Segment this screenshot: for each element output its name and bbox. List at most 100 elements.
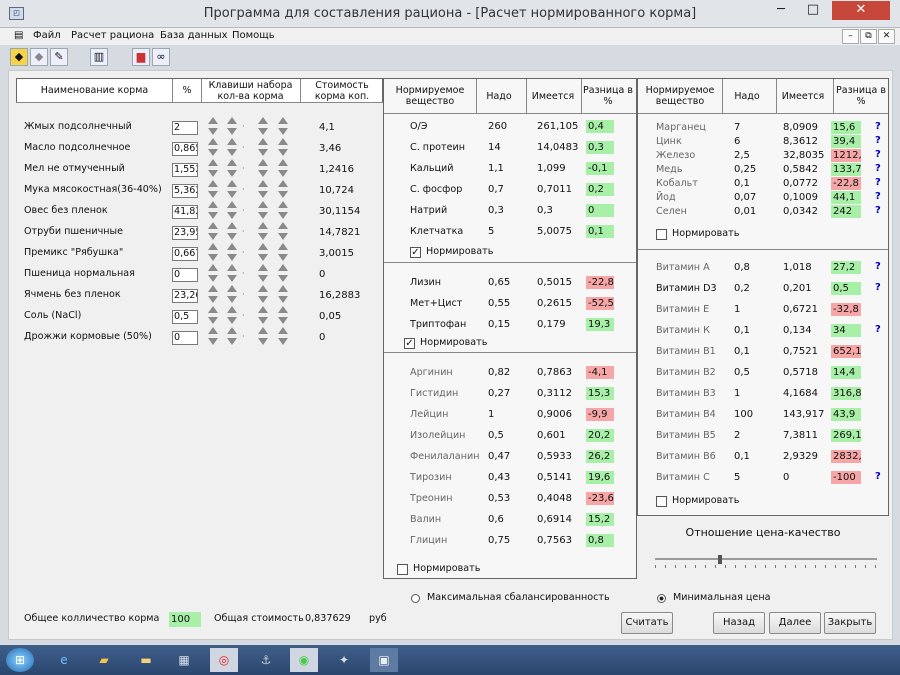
normalize-amino-checkbox[interactable]: ✓ [404,338,415,349]
spin-arrows-icon[interactable] [257,179,269,199]
spin-arrows-icon[interactable] [226,284,238,304]
tool-icon[interactable]: ✦ [330,648,358,672]
feed-amount-input[interactable]: 0 [172,268,198,282]
normalize-minerals-checkbox[interactable] [656,229,667,240]
balanced-radio[interactable] [411,594,420,603]
help-icon[interactable]: ? [875,121,881,132]
spin-arrows-icon[interactable] [257,137,269,157]
spin-arrows-icon[interactable] [277,179,289,199]
help-icon[interactable]: ? [875,261,881,272]
media-icon[interactable]: ◉ [290,648,318,672]
spin-arrows-icon[interactable] [207,179,219,199]
spin-arrows-icon[interactable] [226,116,238,136]
help-icon[interactable]: ? [875,205,881,216]
normalize-vitamins-checkbox[interactable] [656,496,667,507]
spin-arrows-icon[interactable] [226,137,238,157]
mdi-close-button[interactable]: ✕ [878,29,895,44]
chart-icon[interactable]: ▥ [90,48,108,66]
spin-arrows-icon[interactable] [257,284,269,304]
explorer-icon[interactable]: ▰ [90,648,118,672]
spin-arrows-icon[interactable] [277,221,289,241]
spin-arrows-icon[interactable] [207,326,219,346]
start-orb-icon[interactable]: ⊞ [6,648,34,672]
calculator-icon[interactable]: ▦ [170,648,198,672]
help-icon[interactable]: ? [875,282,881,293]
spin-arrows-icon[interactable] [226,242,238,262]
spin-arrows-icon[interactable] [207,242,219,262]
minimize-button[interactable]: ─ [766,1,796,20]
spin-arrows-icon[interactable] [277,158,289,178]
normalize-amino-ext-checkbox[interactable] [397,564,408,575]
price-quality-thumb[interactable] [718,555,722,564]
maximize-button[interactable]: □ [798,1,828,20]
spin-arrows-icon[interactable] [277,305,289,325]
spin-arrows-icon[interactable] [257,116,269,136]
spin-arrows-icon[interactable] [226,305,238,325]
spin-arrows-icon[interactable] [277,242,289,262]
link-icon[interactable]: ∞ [152,48,170,66]
menu-database[interactable]: База данных [160,30,228,41]
spin-arrows-icon[interactable] [257,158,269,178]
spin-arrows-icon[interactable] [257,242,269,262]
help-icon[interactable]: ? [875,135,881,146]
feed-amount-input[interactable]: 0,667 [172,247,198,261]
spin-arrows-icon[interactable] [277,284,289,304]
close-button[interactable]: ✕ [832,1,890,20]
book-icon[interactable]: ▆ [132,48,150,66]
help-icon[interactable]: ? [875,149,881,160]
next-button[interactable]: Далее [769,612,821,634]
spin-arrows-icon[interactable] [277,200,289,220]
feed-amount-input[interactable]: 0 [172,331,198,345]
warning-icon[interactable]: ◆ [10,48,28,66]
spin-arrows-icon[interactable] [207,137,219,157]
help-icon[interactable]: ? [875,163,881,174]
spin-arrows-icon[interactable] [207,263,219,283]
help-icon[interactable]: ? [875,191,881,202]
spin-arrows-icon[interactable] [207,200,219,220]
feed-amount-input[interactable]: 23,26 [172,289,198,303]
back-button[interactable]: Назад [713,612,765,634]
spin-arrows-icon[interactable] [207,116,219,136]
spin-arrows-icon[interactable] [277,137,289,157]
spin-arrows-icon[interactable] [226,221,238,241]
spin-arrows-icon[interactable] [257,326,269,346]
feed-amount-input[interactable]: 2 [172,121,198,135]
spin-arrows-icon[interactable] [226,200,238,220]
spin-arrows-icon[interactable] [277,116,289,136]
spin-arrows-icon[interactable] [207,158,219,178]
close-form-button[interactable]: Закрыть [824,612,876,634]
spin-arrows-icon[interactable] [226,326,238,346]
anchor-icon[interactable]: ⚓ [252,648,280,672]
spin-arrows-icon[interactable] [257,305,269,325]
opera-icon[interactable]: ◎ [210,648,238,672]
spin-arrows-icon[interactable] [277,263,289,283]
spin-arrows-icon[interactable] [207,305,219,325]
doc-icon[interactable]: ▤ [14,30,23,41]
normalize-macro-checkbox[interactable]: ✓ [410,247,421,258]
help-icon[interactable]: ? [875,177,881,188]
help-icon[interactable]: ? [875,471,881,482]
feed-amount-input[interactable]: 41,82 [172,205,198,219]
spin-arrows-icon[interactable] [226,263,238,283]
spin-arrows-icon[interactable] [226,158,238,178]
pen-icon[interactable]: ✎ [50,48,68,66]
spin-arrows-icon[interactable] [257,200,269,220]
window-icon[interactable]: ▣ [370,648,398,672]
min-price-radio[interactable] [657,594,666,603]
feed-amount-input[interactable]: 0,865 [172,142,198,156]
feed-amount-input[interactable]: 0,5 [172,310,198,324]
feed-amount-input[interactable]: 5,362 [172,184,198,198]
folder-icon[interactable]: ▬ [132,648,160,672]
menu-file[interactable]: Файл [33,30,61,41]
spin-arrows-icon[interactable] [207,221,219,241]
feed-amount-input[interactable]: 23,95 [172,226,198,240]
spin-arrows-icon[interactable] [257,221,269,241]
feed-amount-input[interactable]: 1,552 [172,163,198,177]
help-icon[interactable]: ? [875,324,881,335]
spin-arrows-icon[interactable] [257,263,269,283]
diamond-icon[interactable]: ◆ [30,48,48,66]
spin-arrows-icon[interactable] [226,179,238,199]
mdi-minimize-button[interactable]: – [842,29,859,44]
menu-calc[interactable]: Расчет рациона [71,30,154,41]
spin-arrows-icon[interactable] [277,326,289,346]
